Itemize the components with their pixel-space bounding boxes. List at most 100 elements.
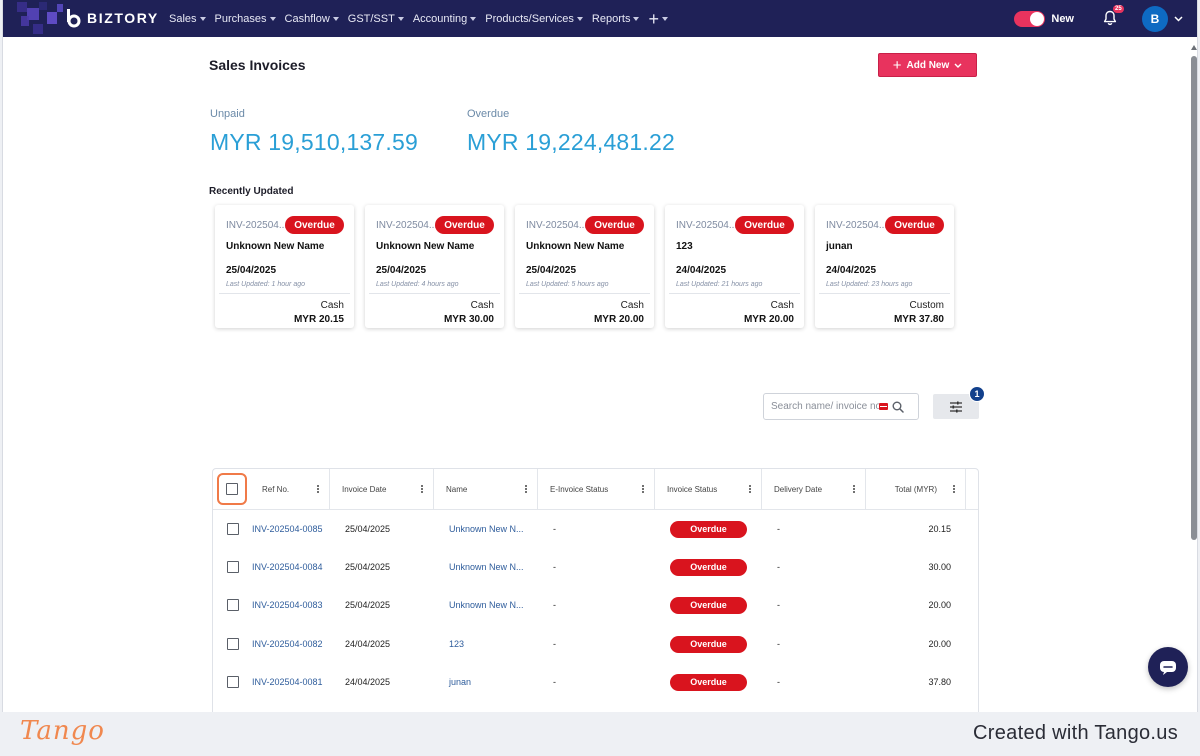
table-row[interactable]: INV-202504-0082 24/04/2025 123 - Overdue… <box>213 625 978 663</box>
card-amount: MYR 20.00 <box>593 314 644 325</box>
column-ref-no[interactable]: Ref No. <box>250 469 330 510</box>
scroll-up-arrow-icon[interactable] <box>1191 45 1197 50</box>
invoice-date: 25/04/2025 <box>345 524 391 534</box>
invoice-status-cell: Overdue <box>670 548 747 586</box>
customer-link[interactable]: Unknown New N... <box>449 510 524 548</box>
column-menu-icon[interactable] <box>749 485 751 493</box>
row-checkbox-cell <box>227 548 239 586</box>
recently-updated-title: Recently Updated <box>209 186 294 197</box>
total-amount: 30.00 <box>928 562 951 572</box>
column-label: Invoice Status <box>667 485 718 494</box>
table-row[interactable]: INV-202504-0085 25/04/2025 Unknown New N… <box>213 510 978 548</box>
recent-invoice-card[interactable]: INV-202504... Overdue Unknown New Name 2… <box>515 205 654 328</box>
e-invoice-status: - <box>553 524 556 534</box>
card-divider <box>219 293 350 294</box>
card-last-updated: Last Updated: 4 hours ago <box>376 281 459 288</box>
toggle-label: New <box>1051 12 1074 25</box>
column-menu-icon[interactable] <box>642 485 644 493</box>
chevron-down-icon <box>397 17 404 21</box>
column-delivery-date[interactable]: Delivery Date <box>762 469 866 510</box>
column-total[interactable]: Total (MYR) <box>866 469 966 510</box>
row-checkbox[interactable] <box>227 638 239 650</box>
search-icon[interactable] <box>892 401 904 413</box>
menu-label: Sales <box>169 12 197 25</box>
quick-add-menu[interactable]: + <box>648 10 668 28</box>
card-payment-method: Cash <box>620 300 644 311</box>
select-all-checkbox[interactable] <box>226 483 238 495</box>
row-checkbox[interactable] <box>227 523 239 535</box>
recent-invoice-card[interactable]: INV-202504... Overdue Unknown New Name 2… <box>365 205 504 328</box>
ref-link[interactable]: INV-202504-0083 <box>252 586 323 624</box>
card-amount: MYR 30.00 <box>443 314 494 325</box>
menu-label: Products/Services <box>485 12 574 25</box>
recent-invoice-card[interactable]: INV-202504... Overdue junan 24/04/2025 L… <box>815 205 954 328</box>
recent-invoice-card[interactable]: INV-202504... Overdue 123 24/04/2025 Las… <box>665 205 804 328</box>
column-menu-icon[interactable] <box>953 485 955 493</box>
new-ui-toggle[interactable] <box>1014 10 1046 27</box>
page-scrollbar[interactable] <box>1189 40 1197 712</box>
card-amount: MYR 20.00 <box>743 314 794 325</box>
column-name[interactable]: Name <box>434 469 538 510</box>
card-last-updated: Last Updated: 23 hours ago <box>826 281 913 288</box>
ref-link[interactable]: INV-202504-0085 <box>252 510 323 548</box>
column-label: Ref No. <box>262 485 290 494</box>
table-row[interactable]: INV-202504-0081 24/04/2025 junan - Overd… <box>213 663 978 701</box>
menu-sales[interactable]: Sales <box>169 13 206 25</box>
status-badge: Overdue <box>670 558 747 576</box>
row-checkbox[interactable] <box>227 599 239 611</box>
biztory-logo-icon <box>65 8 83 28</box>
column-menu-icon[interactable] <box>421 485 423 493</box>
card-date: 25/04/2025 <box>376 265 427 276</box>
column-menu-icon[interactable] <box>317 485 319 493</box>
card-ref: INV-202504... <box>826 220 886 231</box>
scrollbar-thumb[interactable] <box>1191 56 1197 540</box>
ref-link[interactable]: INV-202504-0084 <box>252 548 323 586</box>
menu-purchases[interactable]: Purchases <box>215 13 276 25</box>
card-customer-name: junan <box>826 241 853 252</box>
menu-reports[interactable]: Reports <box>592 13 640 25</box>
customer-link[interactable]: Unknown New N... <box>449 586 524 624</box>
ref-link[interactable]: INV-202504-0081 <box>252 663 323 701</box>
customer-link[interactable]: Unknown New N... <box>449 548 524 586</box>
unpaid-label: Unpaid <box>210 108 245 120</box>
column-e-invoice-status[interactable]: E-Invoice Status <box>538 469 655 510</box>
recent-invoice-card[interactable]: INV-202504... Overdue Unknown New Name 2… <box>215 205 354 328</box>
invoice-status-cell: Overdue <box>670 625 747 663</box>
user-avatar[interactable]: B <box>1142 5 1168 32</box>
column-menu-icon[interactable] <box>525 485 527 493</box>
menu-accounting[interactable]: Accounting <box>413 13 477 25</box>
chevron-down-icon <box>576 17 583 21</box>
add-new-button[interactable]: + Add New <box>878 53 977 77</box>
unpaid-summary: Unpaid MYR 19,510,137.59 <box>210 108 418 156</box>
table-row[interactable]: INV-202504-0084 25/04/2025 Unknown New N… <box>213 548 978 586</box>
menu-gst-sst[interactable]: GST/SST <box>348 13 404 25</box>
overdue-summary: Overdue MYR 19,224,481.22 <box>467 108 675 156</box>
invoice-date: 25/04/2025 <box>345 600 391 610</box>
chat-support-button[interactable] <box>1148 647 1188 687</box>
column-invoice-status[interactable]: Invoice Status <box>655 469 762 510</box>
menu-products-services[interactable]: Products/Services <box>485 13 583 25</box>
card-ref: INV-202504... <box>676 220 736 231</box>
row-checkbox[interactable] <box>227 561 239 573</box>
column-menu-icon[interactable] <box>853 485 855 493</box>
unpaid-value: MYR 19,510,137.59 <box>210 129 418 155</box>
status-badge: Overdue <box>670 596 747 614</box>
row-checkbox[interactable] <box>227 676 239 688</box>
card-payment-method: Cash <box>770 300 794 311</box>
customer-link[interactable]: junan <box>449 663 471 701</box>
menu-cashflow[interactable]: Cashflow <box>285 13 339 25</box>
card-last-updated: Last Updated: 21 hours ago <box>676 281 763 288</box>
table-row[interactable]: INV-202504-0083 25/04/2025 Unknown New N… <box>213 586 978 624</box>
chevron-down-icon[interactable] <box>1174 15 1183 22</box>
chevron-down-icon <box>332 17 339 21</box>
customer-link[interactable]: 123 <box>449 625 464 663</box>
brand-logo[interactable]: BIZTORY <box>65 8 159 28</box>
ref-link[interactable]: INV-202504-0082 <box>252 625 323 663</box>
notifications-button[interactable]: 25 <box>1102 4 1124 28</box>
search-input[interactable] <box>771 401 879 412</box>
column-label: Total (MYR) <box>894 485 937 494</box>
column-invoice-date[interactable]: Invoice Date <box>330 469 434 510</box>
table-header: Ref No. Invoice Date Name E-Invoice Stat… <box>213 469 978 510</box>
menu-label: Reports <box>591 12 631 25</box>
status-badge: Overdue <box>885 216 944 234</box>
